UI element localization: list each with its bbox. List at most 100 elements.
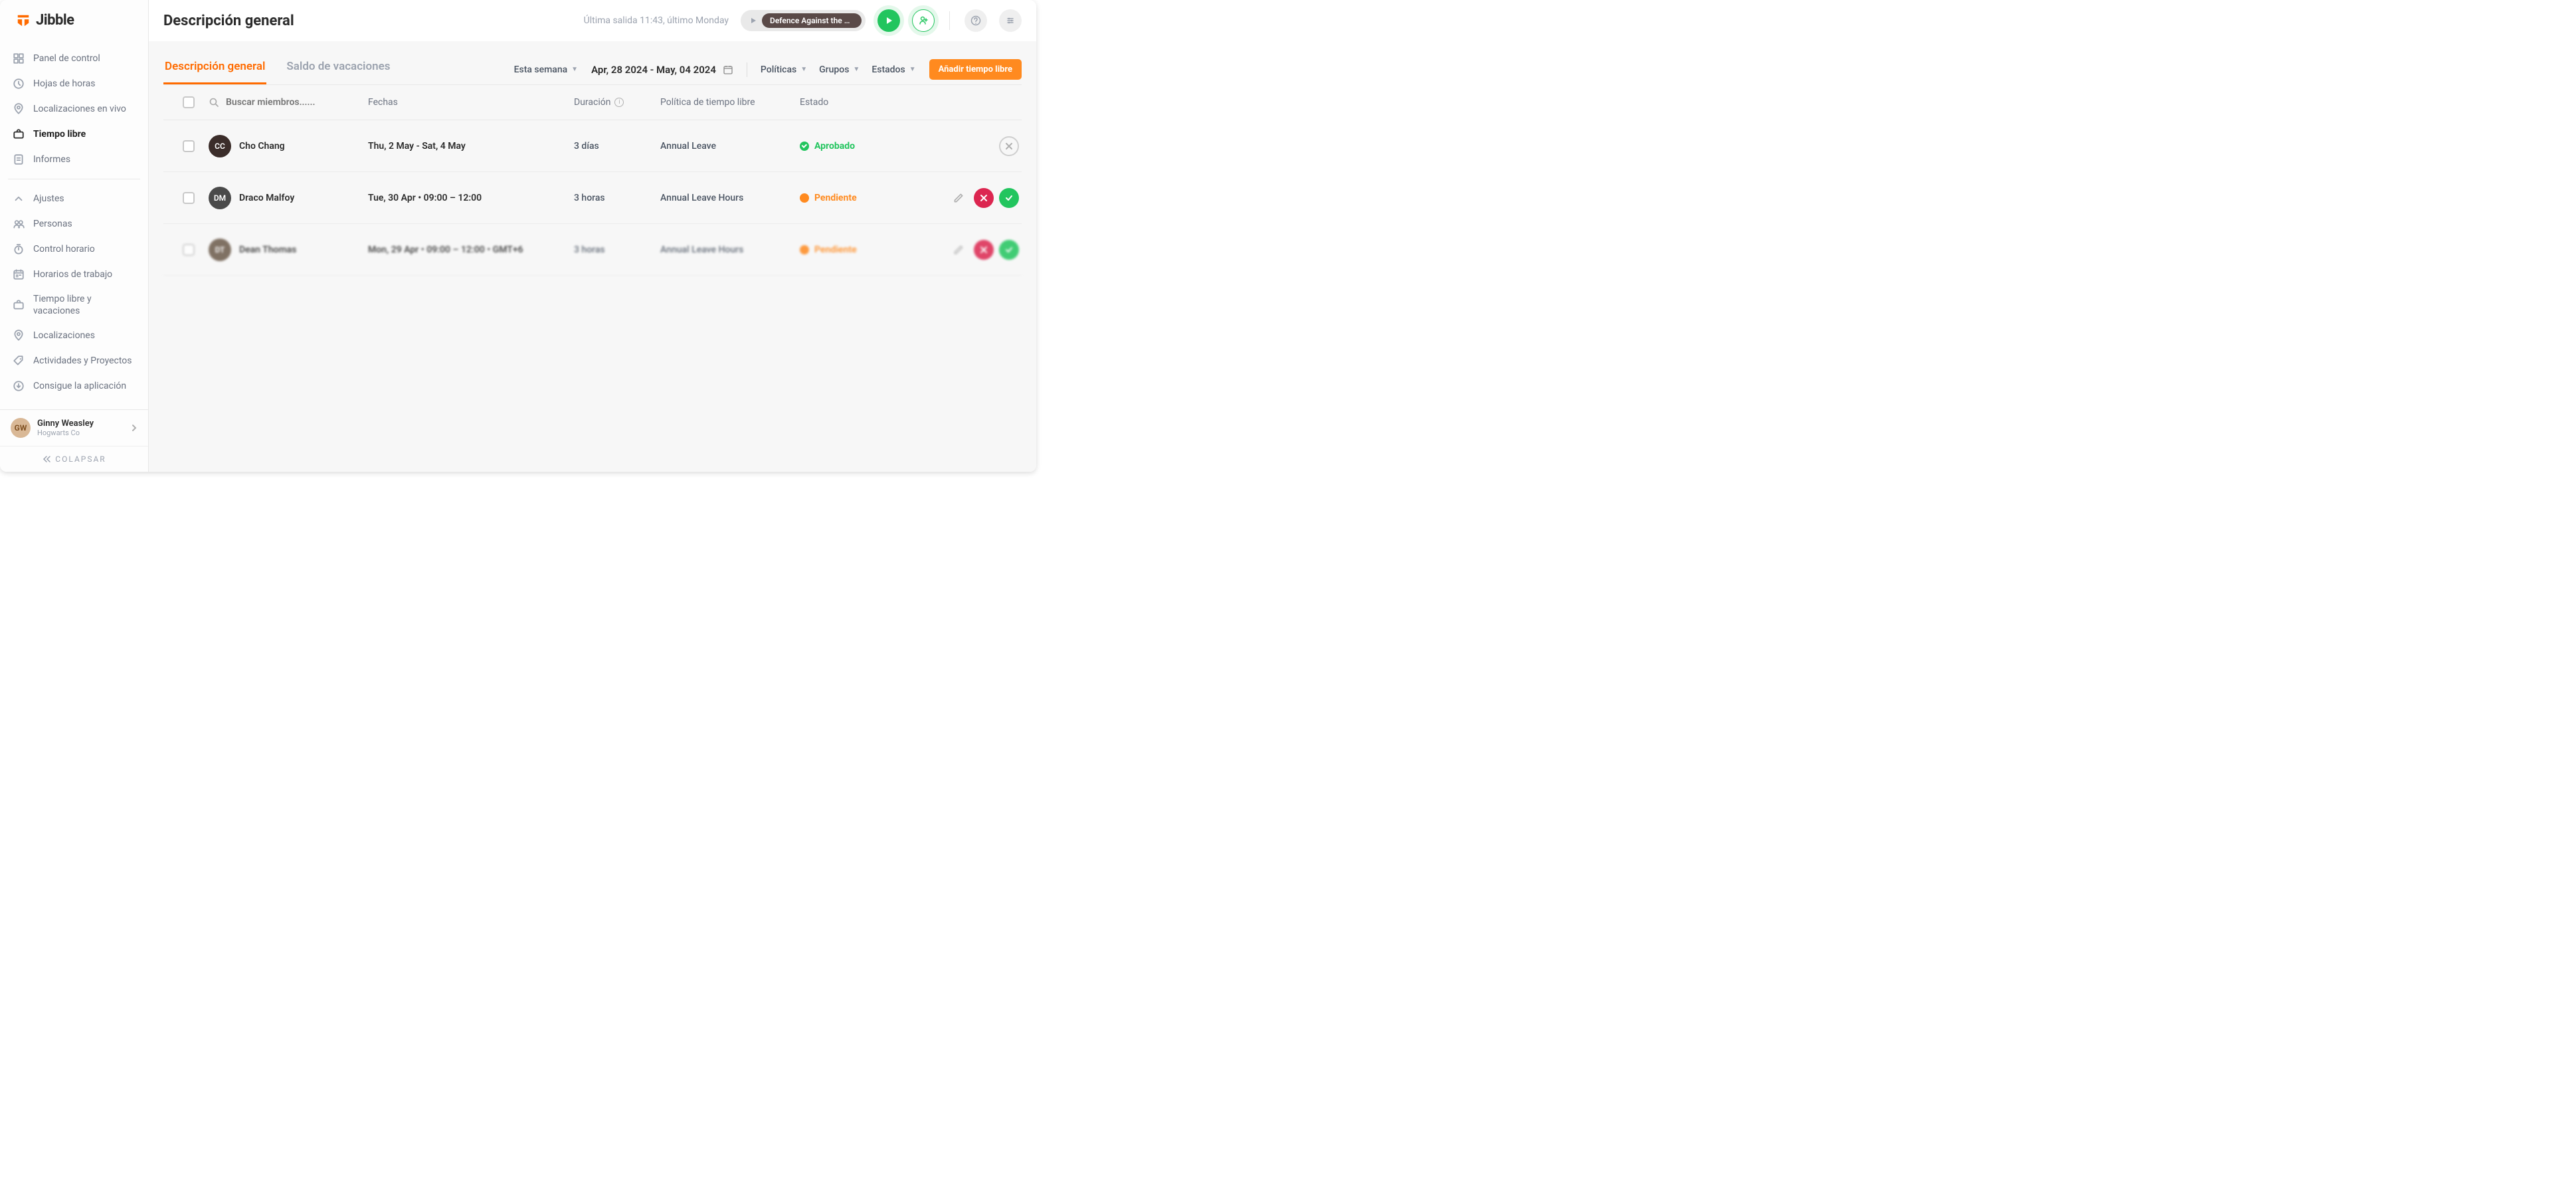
help-button[interactable]: [965, 9, 987, 32]
toolbar: Descripción general Saldo de vacaciones E…: [163, 54, 1022, 84]
sidebar: Jibble Panel de control Hojas de horas L…: [0, 0, 149, 472]
sidebar-item-clock[interactable]: Hojas de horas: [0, 71, 148, 96]
sidebar-item-suitcase[interactable]: Tiempo libre y vacaciones: [0, 287, 148, 323]
add-person-button[interactable]: [912, 9, 935, 32]
cancel-button[interactable]: [999, 136, 1019, 156]
last-out-text: Última salida 11:43, último Monday: [584, 15, 729, 26]
avatar: DM: [209, 187, 231, 209]
edit-button[interactable]: [949, 240, 968, 260]
table-row[interactable]: CC Cho Chang Thu, 2 May - Sat, 4 May 3 d…: [163, 120, 1022, 172]
sidebar-item-location[interactable]: Localizaciones: [0, 323, 148, 348]
sidebar-item-label: Localizaciones: [33, 330, 95, 342]
settings-button[interactable]: [999, 9, 1022, 32]
table: Fechas Duración i Política de tiempo lib…: [163, 84, 1022, 276]
logo[interactable]: Jibble: [0, 0, 148, 38]
sidebar-item-chev-up[interactable]: Ajustes: [0, 186, 148, 211]
avatar: DT: [209, 239, 231, 261]
caret-down-icon: ▼: [800, 66, 807, 73]
topbar: Descripción general Última salida 11:43,…: [149, 0, 1036, 41]
date-range[interactable]: Apr, 28 2024 - May, 04 2024: [591, 64, 733, 76]
sidebar-item-label: Panel de control: [33, 52, 100, 64]
row-actions: [933, 136, 1019, 156]
header-status: Estado: [800, 97, 933, 108]
table-row[interactable]: DM Draco Malfoy Tue, 30 Apr • 09:00 – 12…: [163, 172, 1022, 224]
divider: [949, 11, 950, 30]
sidebar-item-report[interactable]: Informes: [0, 147, 148, 172]
sidebar-item-label: Personas: [33, 218, 72, 230]
row-checkbox[interactable]: [183, 140, 195, 152]
report-icon: [12, 153, 25, 166]
dashboard-icon: [12, 52, 25, 65]
logo-icon: [16, 13, 31, 28]
sidebar-item-location[interactable]: Localizaciones en vivo: [0, 96, 148, 122]
sidebar-item-dashboard[interactable]: Panel de control: [0, 46, 148, 71]
location-icon: [12, 102, 25, 116]
user-card[interactable]: GW Ginny Weasley Hogwarts Co: [0, 410, 148, 446]
schedule-icon: [12, 268, 25, 281]
collapse-button[interactable]: COLAPSAR: [0, 446, 148, 472]
avatar: CC: [209, 135, 231, 157]
filter-estados[interactable]: Estados▼: [872, 64, 915, 75]
sidebar-item-schedule[interactable]: Horarios de trabajo: [0, 262, 148, 287]
sidebar-item-timer[interactable]: Control horario: [0, 237, 148, 262]
sidebar-item-tag[interactable]: Actividades y Proyectos: [0, 348, 148, 373]
member-name: Draco Malfoy: [239, 193, 294, 203]
search-input[interactable]: [226, 97, 339, 108]
info-icon[interactable]: i: [614, 98, 624, 107]
caret-down-icon: ▼: [853, 66, 860, 73]
status-label: Pendiente: [814, 193, 857, 203]
header-duration: Duración i: [574, 97, 660, 108]
collapse-icon: [42, 455, 51, 463]
period-dropdown[interactable]: Esta semana ▼: [514, 64, 579, 75]
clock-in-button[interactable]: [877, 9, 900, 32]
period-label: Esta semana: [514, 64, 568, 75]
filter-políticas[interactable]: Políticas▼: [761, 64, 807, 75]
sidebar-item-people[interactable]: Personas: [0, 211, 148, 237]
caret-down-icon: ▼: [909, 66, 916, 73]
dates-cell: Tue, 30 Apr • 09:00 – 12:00: [368, 193, 574, 203]
member-name: Dean Thomas: [239, 245, 296, 255]
edit-button[interactable]: [949, 188, 968, 208]
sidebar-item-download[interactable]: Consigue la aplicación: [0, 373, 148, 399]
download-icon: [12, 379, 25, 393]
policy-cell: Annual Leave Hours: [660, 245, 800, 255]
sidebar-item-label: Tiempo libre y vacaciones: [33, 293, 136, 317]
filter-grupos[interactable]: Grupos▼: [819, 64, 860, 75]
user-info: Ginny Weasley Hogwarts Co: [37, 419, 124, 437]
suitcase-icon: [12, 298, 25, 312]
sidebar-item-label: Ajustes: [33, 193, 64, 205]
play-small-icon: [750, 17, 757, 24]
sidebar-item-suitcase[interactable]: Tiempo libre: [0, 122, 148, 147]
table-header: Fechas Duración i Política de tiempo lib…: [163, 84, 1022, 120]
sidebar-item-label: Actividades y Proyectos: [33, 355, 132, 367]
tag-icon: [12, 354, 25, 367]
table-row[interactable]: DT Dean Thomas Mon, 29 Apr • 09:00 – 12:…: [163, 224, 1022, 276]
add-time-off-button[interactable]: Añadir tiempo libre: [929, 59, 1022, 80]
sidebar-item-label: Hojas de horas: [33, 78, 95, 90]
activity-pill[interactable]: Defence Against the Da...: [741, 10, 866, 31]
header-dates: Fechas: [368, 97, 574, 108]
status-cell: Pendiente: [800, 245, 933, 255]
approve-button[interactable]: [999, 188, 1019, 208]
tab-descripción-general[interactable]: Descripción general: [163, 54, 266, 84]
row-checkbox[interactable]: [183, 192, 195, 204]
sidebar-item-label: Tiempo libre: [33, 128, 86, 140]
reject-button[interactable]: [974, 240, 994, 260]
row-checkbox[interactable]: [183, 244, 195, 256]
suitcase-icon: [12, 128, 25, 141]
sidebar-item-label: Control horario: [33, 243, 95, 255]
collapse-label: COLAPSAR: [55, 454, 106, 464]
status-cell: Pendiente: [800, 193, 933, 203]
member-name: Cho Chang: [239, 141, 285, 151]
reject-button[interactable]: [974, 188, 994, 208]
member-cell: DM Draco Malfoy: [209, 187, 368, 209]
clock-icon: [12, 77, 25, 90]
sidebar-bottom: GW Ginny Weasley Hogwarts Co COLAPSAR: [0, 409, 148, 472]
tab-saldo-de-vacaciones[interactable]: Saldo de vacaciones: [285, 54, 391, 84]
user-name: Ginny Weasley: [37, 419, 124, 429]
page-title: Descripción general: [163, 13, 294, 29]
select-all-checkbox[interactable]: [183, 96, 195, 108]
status-dot-icon: [800, 193, 809, 203]
search-members[interactable]: [209, 97, 368, 108]
approve-button[interactable]: [999, 240, 1019, 260]
